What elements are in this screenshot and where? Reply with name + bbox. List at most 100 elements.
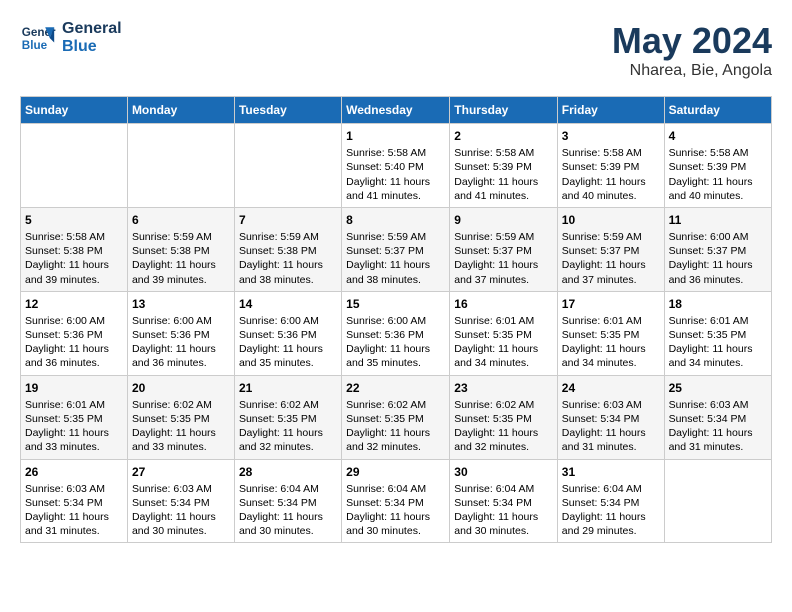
calendar-cell: 7 Sunrise: 5:59 AM Sunset: 5:38 PM Daylig… [234,207,341,291]
day-number: 13 [132,296,230,312]
calendar-week-row: 26 Sunrise: 6:03 AM Sunset: 5:34 PM Dayli… [21,459,772,543]
weekday-header: Sunday [21,97,128,124]
day-number: 11 [669,212,767,228]
day-info: Sunrise: 6:02 AM Sunset: 5:35 PM Dayligh… [239,398,337,455]
day-number: 19 [25,380,123,396]
calendar-cell: 24 Sunrise: 6:03 AM Sunset: 5:34 PM Dayli… [557,375,664,459]
calendar-week-row: 12 Sunrise: 6:00 AM Sunset: 5:36 PM Dayli… [21,291,772,375]
day-info: Sunrise: 5:59 AM Sunset: 5:38 PM Dayligh… [132,230,230,287]
day-number: 5 [25,212,123,228]
month-title: May 2024 [612,20,772,62]
weekday-header: Friday [557,97,664,124]
day-info: Sunrise: 6:03 AM Sunset: 5:34 PM Dayligh… [132,482,230,539]
day-info: Sunrise: 6:01 AM Sunset: 5:35 PM Dayligh… [25,398,123,455]
day-info: Sunrise: 5:59 AM Sunset: 5:37 PM Dayligh… [562,230,660,287]
calendar-cell: 25 Sunrise: 6:03 AM Sunset: 5:34 PM Dayli… [664,375,771,459]
day-number: 3 [562,128,660,144]
day-number: 17 [562,296,660,312]
day-number: 25 [669,380,767,396]
day-info: Sunrise: 6:03 AM Sunset: 5:34 PM Dayligh… [562,398,660,455]
calendar-cell [21,124,128,208]
day-info: Sunrise: 6:00 AM Sunset: 5:37 PM Dayligh… [669,230,767,287]
page-header: General Blue General Blue May 2024 Nhare… [20,20,772,80]
logo-icon: General Blue [20,20,56,56]
day-info: Sunrise: 5:58 AM Sunset: 5:39 PM Dayligh… [562,146,660,203]
day-number: 26 [25,464,123,480]
logo: General Blue General Blue [20,20,122,56]
day-info: Sunrise: 6:01 AM Sunset: 5:35 PM Dayligh… [454,314,553,371]
day-number: 6 [132,212,230,228]
day-number: 2 [454,128,553,144]
calendar-cell: 19 Sunrise: 6:01 AM Sunset: 5:35 PM Dayli… [21,375,128,459]
day-info: Sunrise: 6:02 AM Sunset: 5:35 PM Dayligh… [454,398,553,455]
calendar-cell: 10 Sunrise: 5:59 AM Sunset: 5:37 PM Dayli… [557,207,664,291]
calendar-cell: 21Sunrise: 6:02 AM Sunset: 5:35 PM Dayli… [234,375,341,459]
calendar-cell: 11 Sunrise: 6:00 AM Sunset: 5:37 PM Dayli… [664,207,771,291]
day-number: 31 [562,464,660,480]
calendar-cell: 28 Sunrise: 6:04 AM Sunset: 5:34 PM Dayli… [234,459,341,543]
day-info: Sunrise: 5:59 AM Sunset: 5:37 PM Dayligh… [346,230,445,287]
title-block: May 2024 Nharea, Bie, Angola [612,20,772,80]
day-number: 10 [562,212,660,228]
day-info: Sunrise: 6:03 AM Sunset: 5:34 PM Dayligh… [25,482,123,539]
day-info: Sunrise: 6:00 AM Sunset: 5:36 PM Dayligh… [346,314,445,371]
day-info: Sunrise: 6:01 AM Sunset: 5:35 PM Dayligh… [669,314,767,371]
calendar-cell: 8 Sunrise: 5:59 AM Sunset: 5:37 PM Daylig… [342,207,450,291]
day-number: 18 [669,296,767,312]
calendar-cell [664,459,771,543]
weekday-header: Monday [127,97,234,124]
logo-general: General [62,20,122,38]
calendar-cell: 22Sunrise: 6:02 AM Sunset: 5:35 PM Dayli… [342,375,450,459]
day-info: Sunrise: 5:58 AM Sunset: 5:39 PM Dayligh… [669,146,767,203]
day-number: 14 [239,296,337,312]
day-info: Sunrise: 5:59 AM Sunset: 5:38 PM Dayligh… [239,230,337,287]
day-info: Sunrise: 6:04 AM Sunset: 5:34 PM Dayligh… [239,482,337,539]
calendar-cell: 9 Sunrise: 5:59 AM Sunset: 5:37 PM Daylig… [450,207,558,291]
calendar-week-row: 5 Sunrise: 5:58 AM Sunset: 5:38 PM Daylig… [21,207,772,291]
day-info: Sunrise: 6:02 AM Sunset: 5:35 PM Dayligh… [132,398,230,455]
calendar-cell: 5 Sunrise: 5:58 AM Sunset: 5:38 PM Daylig… [21,207,128,291]
day-number: 9 [454,212,553,228]
calendar-cell: 20 Sunrise: 6:02 AM Sunset: 5:35 PM Dayli… [127,375,234,459]
day-number: 29 [346,464,445,480]
calendar-cell: 18 Sunrise: 6:01 AM Sunset: 5:35 PM Dayli… [664,291,771,375]
calendar-cell: 6 Sunrise: 5:59 AM Sunset: 5:38 PM Daylig… [127,207,234,291]
calendar-cell: 26 Sunrise: 6:03 AM Sunset: 5:34 PM Dayli… [21,459,128,543]
day-info: Sunrise: 6:03 AM Sunset: 5:34 PM Dayligh… [669,398,767,455]
day-info: Sunrise: 6:01 AM Sunset: 5:35 PM Dayligh… [562,314,660,371]
calendar-cell: 13Sunrise: 6:00 AM Sunset: 5:36 PM Dayli… [127,291,234,375]
day-number: 8 [346,212,445,228]
calendar-header-row: SundayMondayTuesdayWednesdayThursdayFrid… [21,97,772,124]
calendar-cell: 3 Sunrise: 5:58 AM Sunset: 5:39 PM Daylig… [557,124,664,208]
calendar-week-row: 19 Sunrise: 6:01 AM Sunset: 5:35 PM Dayli… [21,375,772,459]
calendar-table: SundayMondayTuesdayWednesdayThursdayFrid… [20,96,772,543]
calendar-cell: 15 Sunrise: 6:00 AM Sunset: 5:36 PM Dayli… [342,291,450,375]
calendar-cell: 29 Sunrise: 6:04 AM Sunset: 5:34 PM Dayli… [342,459,450,543]
svg-text:Blue: Blue [22,39,48,52]
calendar-cell: 2 Sunrise: 5:58 AM Sunset: 5:39 PM Daylig… [450,124,558,208]
calendar-cell [127,124,234,208]
day-number: 1 [346,128,445,144]
day-number: 7 [239,212,337,228]
day-info: Sunrise: 5:59 AM Sunset: 5:37 PM Dayligh… [454,230,553,287]
day-info: Sunrise: 5:58 AM Sunset: 5:38 PM Dayligh… [25,230,123,287]
day-info: Sunrise: 6:04 AM Sunset: 5:34 PM Dayligh… [562,482,660,539]
weekday-header: Wednesday [342,97,450,124]
day-number: 12 [25,296,123,312]
day-info: Sunrise: 5:58 AM Sunset: 5:39 PM Dayligh… [454,146,553,203]
day-number: 28 [239,464,337,480]
calendar-cell [234,124,341,208]
calendar-cell: 17 Sunrise: 6:01 AM Sunset: 5:35 PM Dayli… [557,291,664,375]
logo-blue: Blue [62,38,122,56]
day-number: 20 [132,380,230,396]
day-number: 15 [346,296,445,312]
day-info: Sunrise: 5:58 AM Sunset: 5:40 PM Dayligh… [346,146,445,203]
day-number: 24 [562,380,660,396]
day-number: 30 [454,464,553,480]
weekday-header: Tuesday [234,97,341,124]
calendar-cell: 4Sunrise: 5:58 AM Sunset: 5:39 PM Daylig… [664,124,771,208]
day-info: Sunrise: 6:04 AM Sunset: 5:34 PM Dayligh… [346,482,445,539]
calendar-cell: 14 Sunrise: 6:00 AM Sunset: 5:36 PM Dayli… [234,291,341,375]
calendar-cell: 12Sunrise: 6:00 AM Sunset: 5:36 PM Dayli… [21,291,128,375]
day-info: Sunrise: 6:00 AM Sunset: 5:36 PM Dayligh… [239,314,337,371]
